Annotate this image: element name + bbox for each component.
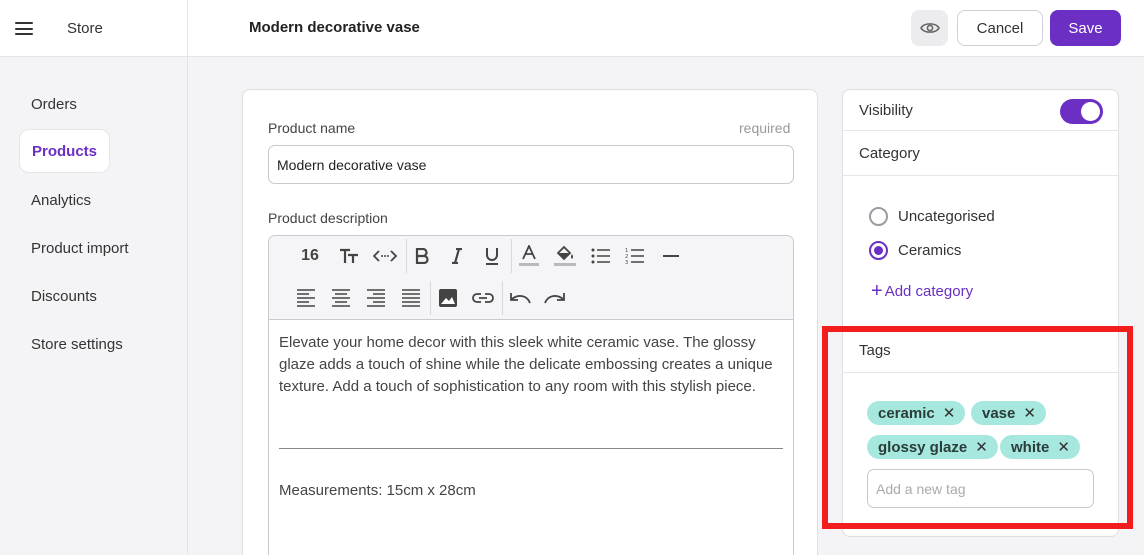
link-icon[interactable] <box>469 284 497 312</box>
add-tag-input[interactable]: Add a new tag <box>867 469 1094 508</box>
radio-button[interactable] <box>869 207 888 226</box>
plus-icon: + <box>871 280 883 302</box>
save-button[interactable]: Save <box>1050 10 1121 46</box>
visibility-toggle[interactable] <box>1060 99 1103 124</box>
divider <box>843 372 1118 373</box>
toolbar-separator <box>511 239 512 273</box>
category-option-ceramics[interactable]: Ceramics <box>869 241 961 260</box>
category-option-label: Uncategorised <box>898 208 995 225</box>
divider <box>843 130 1118 131</box>
add-category-label: Add category <box>884 283 974 300</box>
image-icon[interactable] <box>434 284 462 312</box>
tag-label: vase <box>982 404 1016 422</box>
tag-chip: vase ✕ <box>971 401 1046 425</box>
align-justify-icon[interactable] <box>397 284 425 312</box>
numbered-list-icon[interactable]: 123 <box>621 242 649 270</box>
tag-chip: ceramic ✕ <box>867 401 966 425</box>
underline-icon[interactable] <box>478 242 506 270</box>
text-style-icon[interactable] <box>335 242 363 270</box>
divider <box>187 0 188 57</box>
hamburger-icon <box>14 22 33 35</box>
tag-chip: white ✕ <box>1000 435 1080 459</box>
tag-label: white <box>1011 438 1050 456</box>
preview-button[interactable] <box>911 10 948 46</box>
product-name-label: Product name <box>268 120 356 136</box>
required-hint: required <box>739 120 791 136</box>
undo-icon[interactable] <box>506 284 534 312</box>
sidebar-item-store-settings[interactable]: Store settings <box>19 322 135 366</box>
page-title: Modern decorative vase <box>249 19 420 36</box>
align-right-icon[interactable] <box>362 284 390 312</box>
sidebar-item-orders[interactable]: Orders <box>19 82 89 126</box>
category-option-label: Ceramics <box>898 242 962 259</box>
sidebar: Orders Products Analytics Product import… <box>0 57 188 555</box>
tag-chip: glossy glaze ✕ <box>867 435 998 459</box>
product-details-card: Product name required Modern decorative … <box>242 89 818 555</box>
svg-text:3: 3 <box>625 260 628 265</box>
code-icon[interactable] <box>371 242 399 270</box>
sidebar-item-analytics[interactable]: Analytics <box>19 178 103 222</box>
align-left-icon[interactable] <box>292 284 320 312</box>
bullet-list-icon[interactable] <box>587 242 615 270</box>
horizontal-rule <box>279 448 783 449</box>
toolbar-separator <box>502 281 503 315</box>
remove-tag-icon[interactable]: ✕ <box>943 404 956 422</box>
editor-toolbar: 16 1 2 3 <box>269 236 793 320</box>
product-name-input[interactable]: Modern decorative vase <box>268 145 794 184</box>
add-category-link[interactable]: + Add category <box>871 280 974 302</box>
font-size-icon[interactable]: 16 <box>296 242 324 270</box>
visibility-label: Visibility <box>859 102 913 119</box>
tag-label: glossy glaze <box>878 438 968 456</box>
redo-icon[interactable] <box>541 284 569 312</box>
bold-icon[interactable] <box>408 242 436 270</box>
sidebar-item-products[interactable]: Products <box>19 129 111 173</box>
description-text[interactable]: Elevate your home decor with this sleek … <box>279 332 785 398</box>
italic-icon[interactable] <box>443 242 471 270</box>
divider <box>843 331 1118 332</box>
divider <box>843 175 1118 176</box>
toolbar-separator <box>406 239 407 273</box>
cancel-button[interactable]: Cancel <box>957 10 1043 46</box>
measurements-text[interactable]: Measurements: 15cm x 28cm <box>279 482 476 499</box>
store-label: Store <box>67 20 103 37</box>
tags-label: Tags <box>859 342 891 359</box>
eye-icon <box>919 23 940 33</box>
sidebar-item-product-import[interactable]: Product import <box>19 226 141 270</box>
description-editor[interactable]: 16 1 2 3 Elevate your home decor with th… <box>268 235 794 555</box>
radio-button-selected[interactable] <box>869 241 888 260</box>
settings-panel: Visibility Category Uncategorised Cerami… <box>842 89 1119 537</box>
align-center-icon[interactable] <box>327 284 355 312</box>
toolbar-separator <box>430 281 431 315</box>
remove-tag-icon[interactable]: ✕ <box>1057 438 1070 456</box>
category-option-uncategorised[interactable]: Uncategorised <box>869 207 995 226</box>
category-label: Category <box>859 145 920 162</box>
remove-tag-icon[interactable]: ✕ <box>1023 404 1036 422</box>
sidebar-item-discounts[interactable]: Discounts <box>19 274 109 318</box>
highlight-color-icon[interactable] <box>551 242 579 270</box>
hamburger-menu-button[interactable] <box>0 0 47 57</box>
product-description-label: Product description <box>268 210 388 226</box>
horizontal-rule-icon[interactable] <box>657 242 685 270</box>
tag-label: ceramic <box>878 404 935 422</box>
text-color-icon[interactable] <box>515 242 543 270</box>
top-bar: Store Modern decorative vase Cancel Save <box>0 0 1144 57</box>
remove-tag-icon[interactable]: ✕ <box>975 438 988 456</box>
